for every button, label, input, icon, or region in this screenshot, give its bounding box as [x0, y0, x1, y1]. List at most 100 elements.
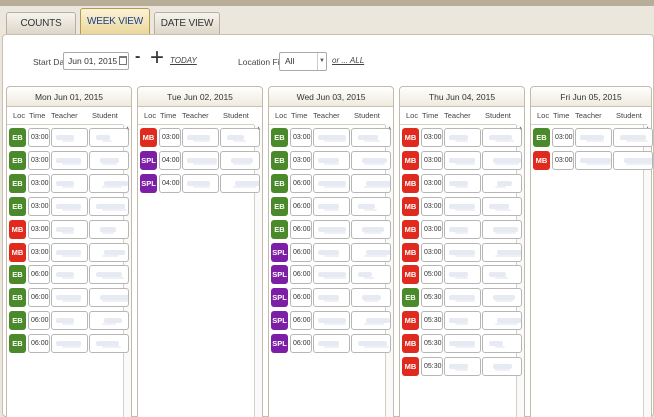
teacher-cell[interactable]	[444, 311, 481, 331]
schedule-row[interactable]: EB 06:00	[9, 264, 129, 285]
teacher-cell[interactable]	[444, 128, 481, 147]
student-cell[interactable]	[89, 150, 129, 170]
schedule-row[interactable]: MB 05:30	[402, 333, 522, 354]
teacher-cell[interactable]	[51, 242, 88, 262]
student-cell[interactable]	[351, 196, 391, 216]
schedule-row[interactable]: EB 06:00	[271, 173, 391, 194]
location-filter-select[interactable]: All ▼	[279, 52, 327, 71]
teacher-cell[interactable]	[444, 173, 481, 193]
schedule-row[interactable]: SPL 06:00	[271, 264, 391, 285]
teacher-cell[interactable]	[51, 128, 88, 147]
teacher-cell[interactable]	[313, 173, 350, 193]
student-cell[interactable]	[351, 242, 391, 262]
student-cell[interactable]	[613, 128, 653, 147]
teacher-cell[interactable]	[444, 334, 481, 354]
student-cell[interactable]	[351, 128, 391, 147]
schedule-row[interactable]: EB 03:00	[9, 127, 129, 148]
schedule-row[interactable]: MB 03:00	[402, 219, 522, 240]
schedule-row[interactable]: MB 03:00	[9, 219, 129, 240]
schedule-row[interactable]: MB 03:00	[402, 127, 522, 148]
teacher-cell[interactable]	[313, 150, 350, 170]
schedule-row[interactable]: EB 06:00	[271, 196, 391, 217]
teacher-cell[interactable]	[313, 334, 350, 354]
student-cell[interactable]	[351, 173, 391, 193]
teacher-cell[interactable]	[51, 219, 88, 239]
calendar-icon[interactable]	[119, 56, 127, 65]
teacher-cell[interactable]	[182, 150, 219, 170]
student-cell[interactable]	[89, 334, 129, 354]
schedule-row[interactable]: SPL 04:00	[140, 173, 260, 194]
student-cell[interactable]	[89, 196, 129, 216]
schedule-row[interactable]: EB 06:00	[9, 287, 129, 308]
student-cell[interactable]	[482, 288, 522, 308]
student-cell[interactable]	[89, 311, 129, 331]
student-cell[interactable]	[89, 242, 129, 262]
student-cell[interactable]	[351, 334, 391, 354]
student-cell[interactable]	[482, 265, 522, 285]
teacher-cell[interactable]	[444, 150, 481, 170]
student-cell[interactable]	[482, 219, 522, 239]
teacher-cell[interactable]	[51, 288, 88, 308]
schedule-row[interactable]: EB 03:00	[271, 150, 391, 171]
student-cell[interactable]	[351, 288, 391, 308]
tab-date-view[interactable]: DATE VIEW	[154, 12, 220, 34]
student-cell[interactable]	[482, 357, 522, 376]
student-cell[interactable]	[220, 150, 260, 170]
student-cell[interactable]	[482, 334, 522, 354]
student-cell[interactable]	[482, 173, 522, 193]
schedule-row[interactable]: EB 03:00	[271, 127, 391, 148]
teacher-cell[interactable]	[575, 150, 612, 170]
student-cell[interactable]	[351, 150, 391, 170]
schedule-row[interactable]: EB 03:00	[9, 150, 129, 171]
teacher-cell[interactable]	[51, 173, 88, 193]
schedule-row[interactable]: MB 05:30	[402, 356, 522, 377]
student-cell[interactable]	[482, 150, 522, 170]
teacher-cell[interactable]	[444, 357, 481, 376]
student-cell[interactable]	[351, 219, 391, 239]
student-cell[interactable]	[89, 265, 129, 285]
schedule-row[interactable]: SPL 06:00	[271, 310, 391, 331]
tab-counts-view[interactable]: COUNTS VIEW	[6, 12, 76, 50]
teacher-cell[interactable]	[313, 242, 350, 262]
chevron-down-icon[interactable]: ▼	[317, 53, 326, 70]
teacher-cell[interactable]	[182, 128, 219, 147]
schedule-row[interactable]: SPL 06:00	[271, 242, 391, 263]
student-cell[interactable]	[351, 311, 391, 331]
schedule-row[interactable]: MB 05:00	[402, 264, 522, 285]
teacher-cell[interactable]	[313, 265, 350, 285]
student-cell[interactable]	[351, 265, 391, 285]
schedule-row[interactable]: MB 05:30	[402, 310, 522, 331]
student-cell[interactable]	[220, 173, 260, 193]
teacher-cell[interactable]	[51, 150, 88, 170]
teacher-cell[interactable]	[313, 288, 350, 308]
schedule-row[interactable]: MB 03:00	[402, 173, 522, 194]
schedule-row[interactable]: SPL 06:00	[271, 333, 391, 354]
student-cell[interactable]	[89, 288, 129, 308]
student-cell[interactable]	[89, 173, 129, 193]
start-date-input[interactable]: Jun 01, 2015	[63, 52, 129, 70]
schedule-row[interactable]: MB 03:00	[9, 242, 129, 263]
schedule-row[interactable]: SPL 04:00	[140, 150, 260, 171]
schedule-row[interactable]: EB 03:00	[533, 127, 653, 148]
tab-week-view[interactable]: WEEK VIEW	[80, 8, 150, 34]
teacher-cell[interactable]	[444, 242, 481, 262]
student-cell[interactable]	[89, 128, 129, 147]
teacher-cell[interactable]	[444, 196, 481, 216]
student-cell[interactable]	[482, 242, 522, 262]
schedule-row[interactable]: EB 05:30	[402, 287, 522, 308]
teacher-cell[interactable]	[444, 265, 481, 285]
student-cell[interactable]	[482, 196, 522, 216]
today-link[interactable]: TODAY	[170, 56, 197, 65]
teacher-cell[interactable]	[51, 196, 88, 216]
schedule-row[interactable]: MB 03:00	[402, 242, 522, 263]
next-week-button[interactable]: +	[150, 46, 164, 70]
schedule-row[interactable]: EB 06:00	[271, 219, 391, 240]
student-cell[interactable]	[220, 128, 260, 147]
teacher-cell[interactable]	[51, 265, 88, 285]
or-all-link[interactable]: or ... ALL	[332, 56, 364, 65]
schedule-row[interactable]: EB 06:00	[9, 310, 129, 331]
teacher-cell[interactable]	[313, 128, 350, 147]
student-cell[interactable]	[89, 219, 129, 239]
previous-week-button[interactable]: -	[135, 48, 140, 66]
teacher-cell[interactable]	[51, 311, 88, 331]
